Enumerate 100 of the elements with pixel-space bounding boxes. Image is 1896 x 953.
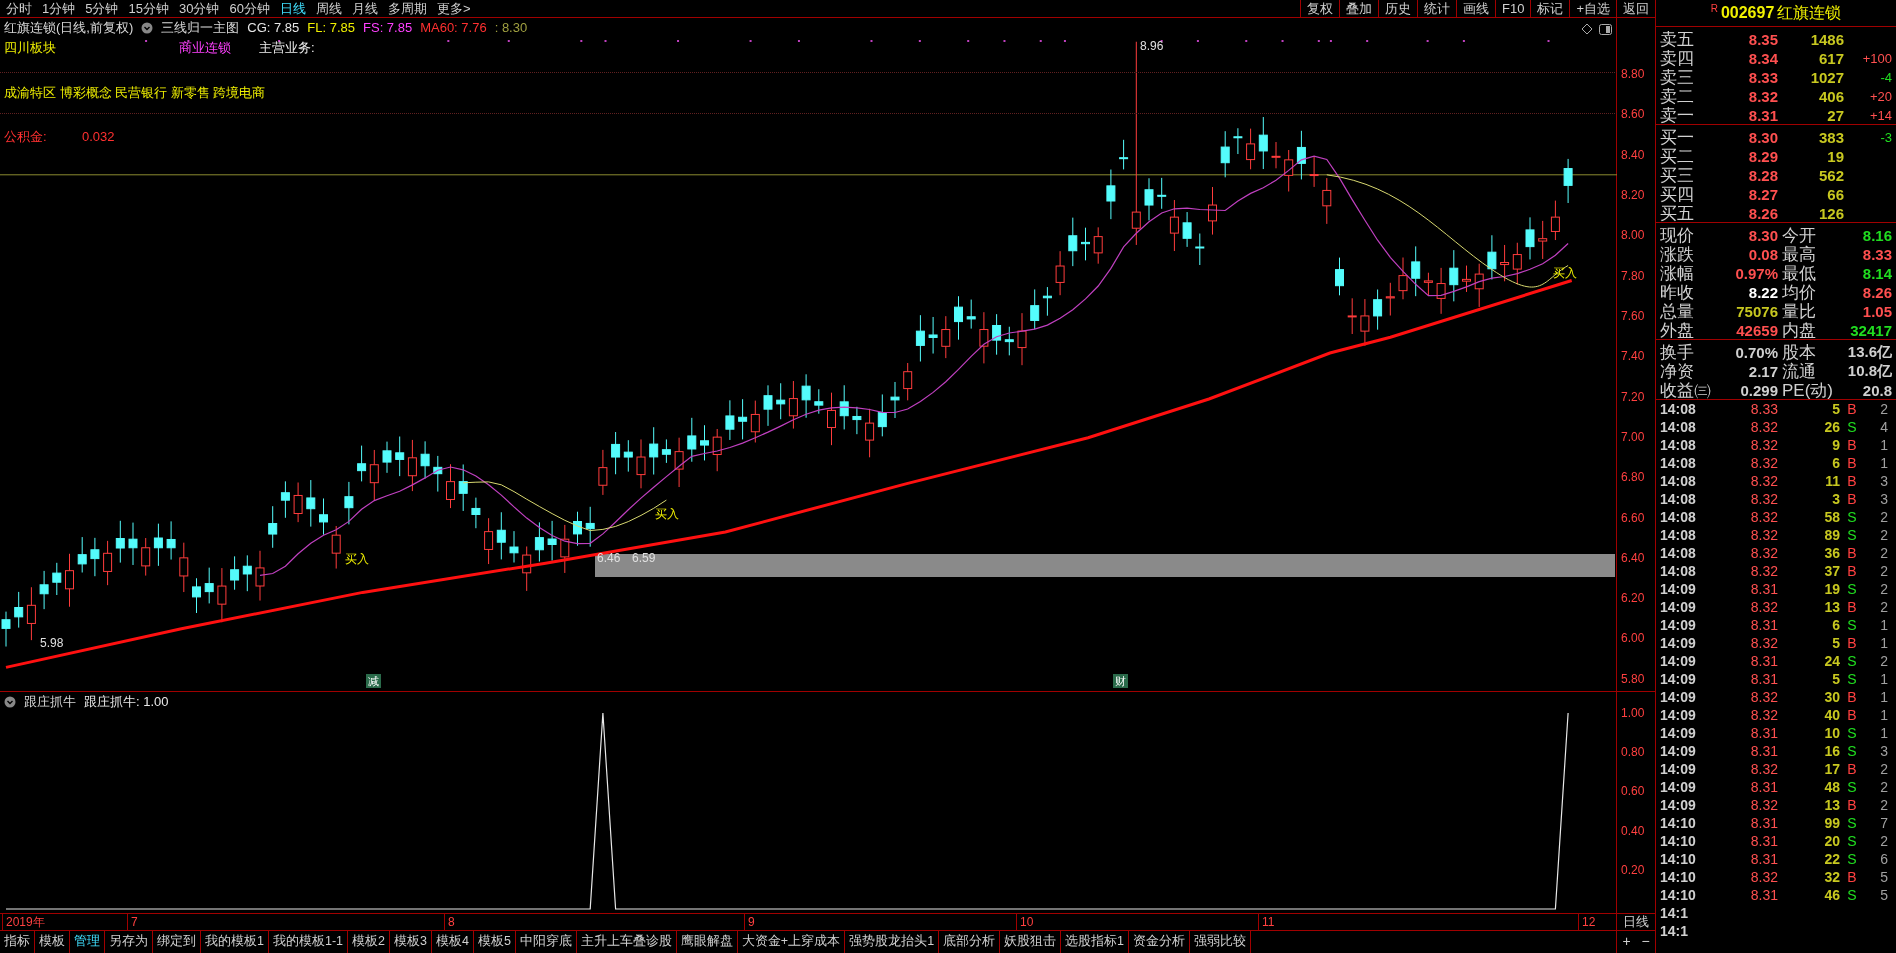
toolbar-button[interactable]: 统计 [1417, 0, 1456, 17]
diamond-icon[interactable] [1580, 22, 1594, 36]
period-tab[interactable]: 60分钟 [225, 0, 274, 17]
business-label: 主营业务: [259, 40, 315, 56]
template-tab[interactable]: 主升上车叠诊股 [576, 931, 677, 953]
candle [1119, 139, 1129, 170]
toolbar-button[interactable]: 画线 [1456, 0, 1495, 17]
candle [39, 570, 49, 610]
axis-label: 5.80 [1621, 671, 1645, 686]
trade-time: 14:08 [1660, 419, 1697, 435]
period-tab[interactable]: 月线 [347, 0, 382, 17]
order-level-label: 卖五 [1660, 29, 1695, 50]
trade-side: B [1846, 599, 1858, 615]
candle [573, 511, 582, 547]
trade-time: 14:10 [1660, 833, 1697, 849]
legend-value: FL: 7.85 [307, 20, 355, 36]
axis-label: 8.20 [1621, 187, 1645, 202]
template-tab[interactable]: 妖股狙击 [1000, 931, 1062, 953]
zoom-button[interactable]: + [1617, 931, 1636, 953]
stock-name: 红旗连锁 [1777, 2, 1842, 23]
trade-price: 8.31 [1749, 617, 1778, 633]
candle [255, 550, 265, 602]
period-tab[interactable]: 周线 [311, 0, 346, 17]
zoom-button[interactable]: − [1636, 931, 1655, 953]
period-tab[interactable]: 30分钟 [174, 0, 224, 17]
stat-value: 13.6亿 [1846, 343, 1892, 362]
trade-price: 8.32 [1749, 509, 1778, 525]
order-volume: 19 [1826, 148, 1844, 165]
candle [141, 537, 151, 577]
price-label: 6.59 [632, 550, 656, 566]
order-level-label: 卖二 [1660, 86, 1695, 107]
trade-count: 2 [1879, 797, 1888, 813]
candle [1563, 158, 1573, 204]
stat-label: 涨跌 [1660, 244, 1695, 265]
trade-side: B [1846, 455, 1858, 471]
chevron-circle-icon[interactable] [141, 22, 154, 34]
template-tab[interactable]: 模板3 [390, 931, 432, 953]
template-tab[interactable]: 另存为 [105, 931, 153, 953]
toolbar-button[interactable]: F10 [1495, 0, 1531, 17]
trade-time: 14:10 [1660, 887, 1697, 903]
template-tab[interactable]: 大资金+上穿成本 [737, 931, 846, 953]
candle [1284, 149, 1294, 192]
stat-value: 42659 [1735, 322, 1778, 339]
order-price: 8.33 [1747, 69, 1778, 86]
candle [65, 553, 74, 608]
period-tab[interactable]: 更多> [432, 0, 475, 17]
template-tab[interactable]: 模板5 [473, 931, 516, 953]
stat-label: 总量 [1660, 301, 1695, 322]
toolbar-button[interactable]: 叠加 [1339, 0, 1378, 17]
template-tab[interactable]: 资金分析 [1129, 931, 1191, 953]
stat-label: 昨收 [1660, 282, 1695, 303]
toolbar-button[interactable]: 返回 [1616, 0, 1655, 17]
chevron-circle-icon[interactable] [4, 696, 16, 708]
template-tab[interactable]: 管理 [70, 931, 105, 953]
candle [1233, 127, 1243, 155]
period-tab[interactable]: 1分钟 [38, 0, 80, 17]
candle [1208, 186, 1217, 236]
template-tab[interactable]: 强势股龙抬头1 [845, 931, 940, 953]
stat-value: 8.16 [1861, 227, 1892, 244]
trade-count: 4 [1879, 419, 1888, 435]
candle [903, 362, 913, 401]
period-tab[interactable]: 分时 [2, 0, 36, 17]
template-tab[interactable]: 选股指标1 [1061, 931, 1130, 953]
order-level-label: 买四 [1660, 184, 1695, 205]
trade-volume: 89 [1823, 527, 1840, 543]
trade-count: 2 [1879, 563, 1888, 579]
trade-volume: 99 [1823, 815, 1840, 831]
template-tab[interactable]: 模板2 [348, 931, 390, 953]
template-tab[interactable]: 中阳穿底 [515, 931, 577, 953]
template-tab[interactable]: 强弱比较 [1190, 931, 1252, 953]
event-tag: 财 [1113, 674, 1128, 688]
template-tab[interactable]: 模板 [35, 931, 70, 953]
axis-label: 7.40 [1621, 349, 1645, 364]
panel-toggle-icon[interactable] [1598, 22, 1612, 36]
template-tab[interactable]: 绑定到 [153, 931, 201, 953]
candle [1525, 216, 1535, 260]
toolbar-button[interactable]: 复权 [1300, 0, 1339, 17]
period-tab[interactable]: 15分钟 [124, 0, 173, 17]
trade-count: 3 [1879, 473, 1888, 489]
period-tab[interactable]: 5分钟 [81, 0, 123, 17]
template-tab[interactable]: 我的模板1 [201, 931, 269, 953]
candle [1220, 130, 1230, 178]
toolbar-button[interactable]: 历史 [1378, 0, 1417, 17]
trade-volume: 16 [1823, 743, 1840, 759]
template-tab[interactable]: 指标 [0, 931, 35, 953]
trade-count: 2 [1879, 833, 1888, 849]
period-tab[interactable]: 日线 [275, 0, 310, 17]
template-tab[interactable]: 鹰眼解盘 [676, 931, 738, 953]
toolbar-button[interactable]: +自选 [1569, 0, 1616, 17]
stat-label: 量比 [1781, 301, 1817, 322]
template-tab[interactable]: 我的模板1-1 [268, 931, 349, 953]
event-tag: 减 [366, 674, 381, 688]
candle [1474, 263, 1484, 308]
candle [598, 449, 608, 496]
candle [915, 314, 925, 362]
period-tab[interactable]: 多周期 [383, 0, 431, 17]
order-price: 8.29 [1747, 148, 1778, 165]
template-tab[interactable]: 底部分析 [939, 931, 1001, 953]
template-tab[interactable]: 模板4 [431, 931, 474, 953]
toolbar-button[interactable]: 标记 [1530, 0, 1570, 17]
